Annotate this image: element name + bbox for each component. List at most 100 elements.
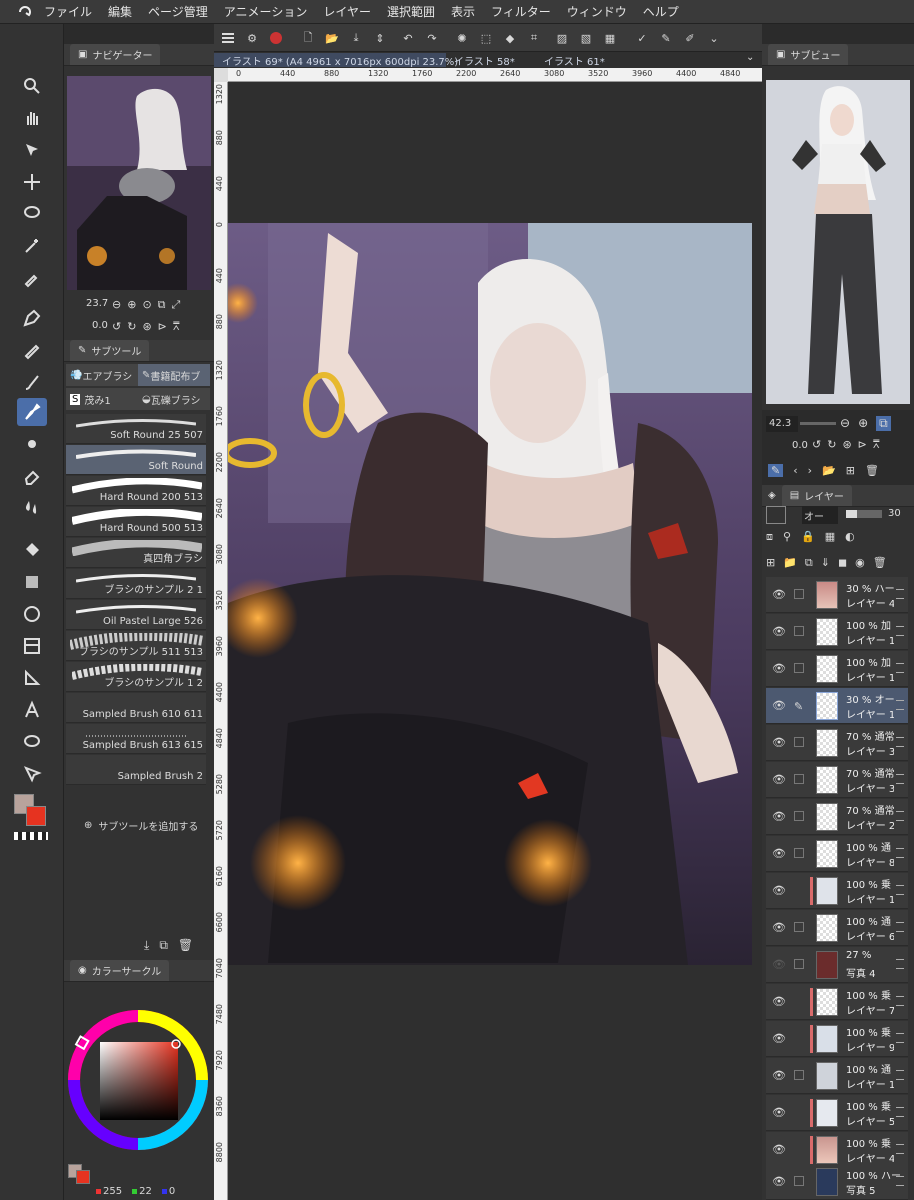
- eye-icon[interactable]: 👁: [772, 588, 786, 602]
- duplicate-icon[interactable]: ⧉: [159, 938, 168, 953]
- doc-tab-active[interactable]: イラスト 69* (A4 4961 x 7016px 600dpi 23.7%): [214, 53, 458, 68]
- layer-menu-icon[interactable]: [896, 589, 904, 599]
- menu-animation[interactable]: アニメーション: [224, 3, 308, 20]
- layer-menu-icon[interactable]: [896, 1176, 904, 1186]
- layer-select-checkbox[interactable]: [794, 626, 804, 636]
- layer-item[interactable]: 👁 70 % 通常 レイヤー 2: [766, 799, 908, 835]
- fit-icon[interactable]: ⧉: [876, 416, 891, 431]
- menu-edit[interactable]: 編集: [108, 3, 132, 20]
- opacity-value[interactable]: 30: [888, 508, 901, 519]
- fill-selection-icon[interactable]: ◆: [500, 28, 520, 48]
- figure-tool-icon[interactable]: [17, 600, 47, 628]
- layer-item[interactable]: 👁 100 % 通レイヤー 6: [766, 910, 908, 946]
- eye-icon[interactable]: 👁: [772, 699, 786, 713]
- layer-menu-icon[interactable]: [896, 1144, 904, 1154]
- layer-select-checkbox[interactable]: [794, 663, 804, 673]
- companion-icon[interactable]: [266, 28, 286, 48]
- tabs-dropdown-icon[interactable]: ⌄: [746, 52, 754, 63]
- flip-horizontal-icon[interactable]: ⊳: [858, 438, 867, 452]
- trash-icon[interactable]: 🗑: [178, 938, 193, 953]
- horizontal-ruler[interactable]: 0 440 880 1320 1760 2200 2640 3080 3520 3960 4400 4…: [228, 68, 762, 82]
- reference-icon[interactable]: ⚲: [783, 530, 791, 544]
- sub-color-mini[interactable]: [76, 1170, 90, 1184]
- lock-transparent-icon[interactable]: ▦: [825, 530, 835, 544]
- brush-item[interactable]: ブラシのサンプル 511 513: [66, 631, 206, 661]
- hamburger-menu-icon[interactable]: [218, 28, 238, 48]
- layer-menu-icon[interactable]: [896, 1107, 904, 1117]
- eye-icon[interactable]: 👁: [772, 921, 786, 935]
- open-icon[interactable]: 📂: [322, 28, 342, 48]
- layer-select-checkbox[interactable]: [794, 848, 804, 858]
- layer-menu-icon[interactable]: [896, 1033, 904, 1043]
- eye-icon[interactable]: 👁: [772, 1143, 786, 1157]
- layer-menu-icon[interactable]: [896, 774, 904, 784]
- collapse-icon[interactable]: ⌄: [704, 28, 724, 48]
- layer-select-checkbox[interactable]: [794, 737, 804, 747]
- move-tool-icon[interactable]: [17, 168, 47, 196]
- eyedropper-icon[interactable]: ✎: [768, 463, 784, 477]
- layer-menu-icon[interactable]: [896, 885, 904, 895]
- blend-mode-select[interactable]: オー: [802, 506, 838, 524]
- layer-item[interactable]: 👁 100 % 通レイヤー 8: [766, 836, 908, 872]
- layer-select-checkbox[interactable]: [794, 1176, 804, 1186]
- eye-icon[interactable]: 👁: [772, 773, 786, 787]
- zoom-tool-icon[interactable]: [17, 72, 47, 100]
- zoom-slider-icon[interactable]: ⊙: [142, 298, 151, 312]
- transform-icon[interactable]: ⬚: [476, 28, 496, 48]
- zoom-in-icon[interactable]: ⊕: [858, 416, 868, 431]
- layer-select-checkbox[interactable]: [794, 959, 804, 969]
- layer-menu-icon[interactable]: [896, 663, 904, 673]
- eye-icon[interactable]: 👁: [772, 1032, 786, 1046]
- decoration-tool-icon[interactable]: [17, 430, 47, 458]
- rotate-left-icon[interactable]: ↺: [112, 320, 121, 334]
- lock-icon[interactable]: 🔒: [801, 530, 815, 544]
- layer-menu-icon[interactable]: [896, 811, 904, 821]
- red-value[interactable]: 255: [103, 1186, 122, 1197]
- loading-icon[interactable]: ✺: [452, 28, 472, 48]
- brush-item[interactable]: ブラシのサンプル 2 1: [66, 569, 206, 599]
- fill-tool-icon[interactable]: [17, 536, 47, 564]
- brush-item[interactable]: Sampled Brush 613 615: [66, 724, 206, 754]
- stepper-icon[interactable]: ⇕: [370, 28, 390, 48]
- brush-item[interactable]: Hard Round 200 513: [66, 476, 206, 506]
- sub-color-swatch[interactable]: [26, 806, 46, 826]
- vertical-ruler[interactable]: 1320 880 440 0 440 880 1320 1760 2200 2640 3080 352…: [214, 82, 228, 1200]
- subview-zoom-slider[interactable]: [800, 422, 836, 425]
- new-raster-icon[interactable]: ⊞: [766, 556, 775, 570]
- pattern3-icon[interactable]: ▦: [600, 28, 620, 48]
- rotate-reset-icon[interactable]: ⊛: [142, 320, 151, 334]
- brush-check-icon[interactable]: ✎: [656, 28, 676, 48]
- eye-icon[interactable]: 👁: [772, 1175, 786, 1189]
- eye-icon[interactable]: 👁: [772, 662, 786, 676]
- hand-tool-icon[interactable]: [17, 104, 47, 132]
- eye-icon[interactable]: 👁: [772, 884, 786, 898]
- eraser-check-icon[interactable]: ✐: [680, 28, 700, 48]
- subview-rotation-value[interactable]: 0.0: [792, 440, 808, 451]
- pen-check-icon[interactable]: ✓: [632, 28, 652, 48]
- brush-item[interactable]: Sampled Brush 610 611: [66, 693, 206, 723]
- pattern2-icon[interactable]: ▧: [576, 28, 596, 48]
- lasso-tool-icon[interactable]: [17, 200, 47, 228]
- menu-help[interactable]: ヘルプ: [643, 3, 679, 20]
- doc-tab[interactable]: イラスト 61*: [536, 53, 626, 68]
- brush-item[interactable]: Sampled Brush 2: [66, 755, 206, 785]
- color-wheel[interactable]: [66, 1008, 210, 1152]
- fill-icon[interactable]: ◼: [838, 556, 847, 570]
- layer-menu-icon[interactable]: [896, 996, 904, 1006]
- brush-item[interactable]: Soft Round 25 507: [66, 414, 206, 444]
- menu-page[interactable]: ページ管理: [148, 3, 208, 20]
- layer-select-checkbox[interactable]: [794, 1070, 804, 1080]
- eye-icon[interactable]: 👁: [772, 736, 786, 750]
- subtool-group-bush[interactable]: S 茂み1: [66, 388, 138, 410]
- rotate-right-icon[interactable]: ↻: [827, 438, 836, 452]
- import-image-icon[interactable]: ⊞: [846, 464, 855, 477]
- rotate-right-icon[interactable]: ↻: [127, 320, 136, 334]
- eye-icon[interactable]: 👁: [772, 810, 786, 824]
- menu-layer[interactable]: レイヤー: [323, 3, 371, 20]
- brush-item[interactable]: Soft Round: [66, 445, 206, 475]
- prev-image-icon[interactable]: ‹: [793, 464, 797, 477]
- text-tool-icon[interactable]: [17, 696, 47, 724]
- menu-window[interactable]: ウィンドウ: [567, 3, 627, 20]
- layer-menu-icon[interactable]: [896, 737, 904, 747]
- fit-icon[interactable]: ⧉: [158, 298, 166, 312]
